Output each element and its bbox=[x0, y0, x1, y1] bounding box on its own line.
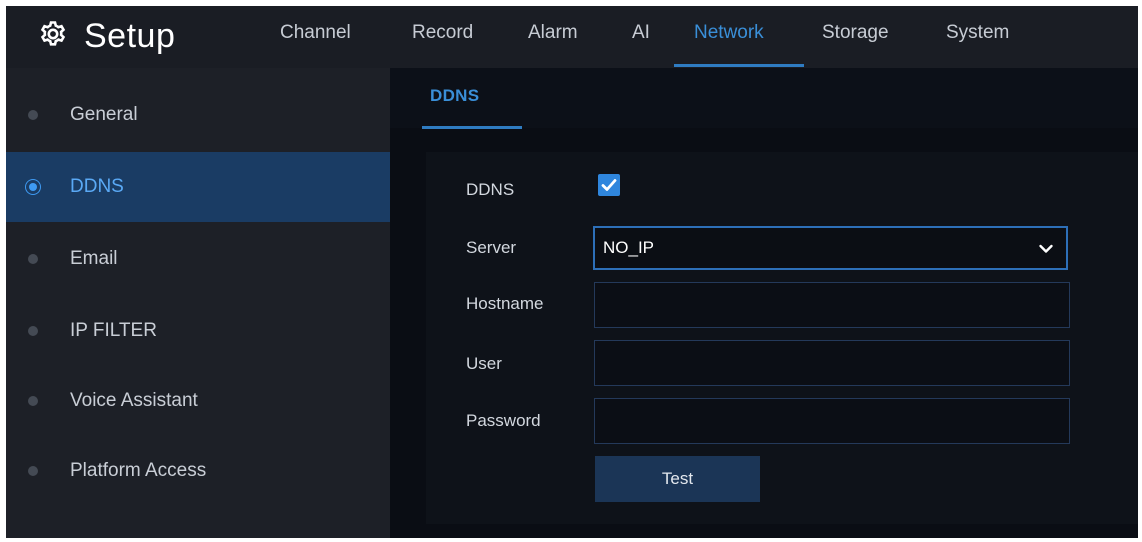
dvr-setup-screen: Setup Channel Record Alarm AI Network St… bbox=[6, 6, 1138, 538]
tab-record[interactable]: Record bbox=[412, 22, 473, 44]
password-field[interactable] bbox=[594, 398, 1070, 444]
hostname-label: Hostname bbox=[466, 294, 544, 313]
page-title: Setup bbox=[84, 16, 176, 55]
gear-icon bbox=[38, 19, 68, 54]
tab-channel[interactable]: Channel bbox=[280, 22, 351, 44]
bullet-icon bbox=[28, 466, 38, 476]
sidebar-item-platform-access[interactable]: Platform Access bbox=[6, 436, 390, 506]
sidebar-item-label: DDNS bbox=[70, 176, 124, 197]
subtab-bar: DDNS bbox=[390, 68, 1138, 129]
sidebar: General DDNS Email IP FILTER Voice Assis… bbox=[6, 68, 390, 538]
chevron-down-icon bbox=[1039, 244, 1053, 253]
sidebar-item-label: General bbox=[70, 104, 138, 125]
ddns-form-panel bbox=[426, 152, 1138, 524]
active-subtab-indicator bbox=[422, 126, 522, 129]
active-tab-indicator bbox=[674, 64, 804, 67]
ddns-label: DDNS bbox=[466, 180, 515, 199]
server-label: Server bbox=[466, 238, 517, 257]
user-field[interactable] bbox=[594, 340, 1070, 386]
sidebar-item-general[interactable]: General bbox=[6, 80, 390, 150]
bullet-icon bbox=[29, 183, 37, 191]
tab-network[interactable]: Network bbox=[694, 22, 764, 44]
bullet-icon bbox=[28, 110, 38, 120]
sidebar-item-email[interactable]: Email bbox=[6, 224, 390, 294]
tab-system[interactable]: System bbox=[946, 22, 1009, 44]
bullet-icon bbox=[28, 254, 38, 264]
sidebar-item-label: IP FILTER bbox=[70, 320, 157, 341]
sidebar-item-voice-assistant[interactable]: Voice Assistant bbox=[6, 366, 390, 436]
tab-alarm[interactable]: Alarm bbox=[528, 22, 578, 44]
password-label: Password bbox=[466, 411, 541, 430]
sidebar-item-ddns[interactable]: DDNS bbox=[6, 152, 390, 222]
tab-storage[interactable]: Storage bbox=[822, 22, 889, 44]
checkmark-icon bbox=[601, 179, 617, 191]
user-label: User bbox=[466, 354, 502, 373]
ddns-enable-checkbox[interactable] bbox=[598, 174, 620, 196]
bullet-icon bbox=[28, 326, 38, 336]
hostname-field[interactable] bbox=[594, 282, 1070, 328]
bullet-icon bbox=[28, 396, 38, 406]
top-navigation-bar: Setup Channel Record Alarm AI Network St… bbox=[6, 6, 1138, 68]
sidebar-item-label: Email bbox=[70, 248, 118, 269]
setup-header: Setup bbox=[38, 14, 175, 58]
subtab-ddns[interactable]: DDNS bbox=[430, 86, 479, 106]
server-select[interactable]: NO_IP bbox=[593, 226, 1068, 270]
sidebar-item-ip-filter[interactable]: IP FILTER bbox=[6, 296, 390, 366]
sidebar-item-label: Voice Assistant bbox=[70, 390, 198, 411]
tab-ai[interactable]: AI bbox=[632, 22, 650, 44]
sidebar-item-label: Platform Access bbox=[70, 460, 207, 481]
server-select-value: NO_IP bbox=[603, 238, 655, 257]
test-button[interactable]: Test bbox=[595, 456, 760, 502]
